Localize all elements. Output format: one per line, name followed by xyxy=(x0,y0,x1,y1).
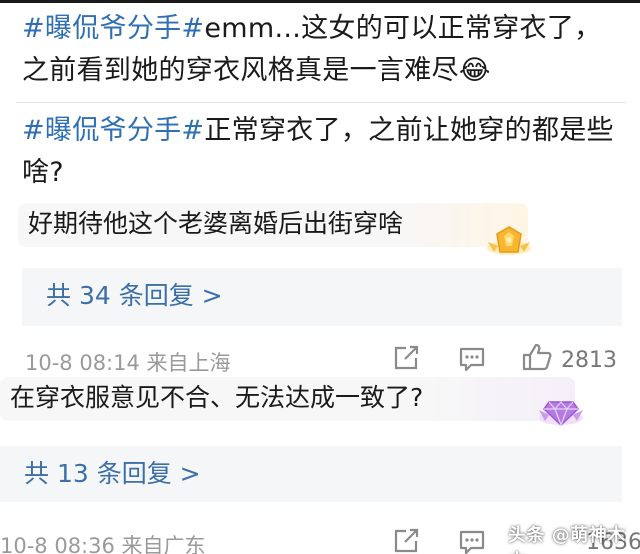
hashtag-link[interactable]: #曝侃爷分手# xyxy=(22,115,204,146)
gold-crown-badge-icon xyxy=(487,226,531,255)
laughing-emoji-icon: 😂 xyxy=(458,55,491,86)
comment-meta: 10-8 08:14 来自上海 xyxy=(25,351,231,375)
repost-text-1: #曝侃爷分手#emm...这女的可以正常穿衣了，之前看到她的穿衣风格真是一言难尽… xyxy=(22,8,627,92)
view-replies-button[interactable]: 共 13 条回复 > xyxy=(0,446,622,502)
like-count: 2813 xyxy=(561,348,617,373)
comment-icon[interactable] xyxy=(458,529,486,554)
comment-bubble-2: 在穿衣服意见不合、无法达成一致了? xyxy=(0,377,575,421)
comment-bubble-1: 好期待他这个老婆离婚后出街穿啥 xyxy=(18,203,528,247)
repost-text-2: #曝侃爷分手#正常穿衣了，之前让她穿的都是些啥? xyxy=(22,110,627,194)
hashtag-link[interactable]: #曝侃爷分手# xyxy=(22,13,204,44)
share-icon[interactable] xyxy=(393,345,421,371)
comment-meta: 10-8 08:36 来自广东 xyxy=(0,534,206,554)
comment-icon[interactable] xyxy=(458,346,486,372)
top-border xyxy=(0,0,640,3)
watermark: 头条 @萌神木木 xyxy=(508,525,626,554)
purple-diamond-badge-icon xyxy=(539,401,583,427)
divider xyxy=(16,102,626,103)
like-thumb-icon[interactable] xyxy=(521,342,553,372)
comment-text: 好期待他这个老婆离婚后出街穿啥 xyxy=(28,209,404,238)
replies-count-label: 共 34 条回复 > xyxy=(46,281,223,310)
comment-text: 在穿衣服意见不合、无法达成一致了? xyxy=(10,383,424,412)
replies-count-label: 共 13 条回复 > xyxy=(24,459,201,488)
share-icon[interactable] xyxy=(393,528,421,554)
view-replies-button[interactable]: 共 34 条回复 > xyxy=(22,268,622,326)
